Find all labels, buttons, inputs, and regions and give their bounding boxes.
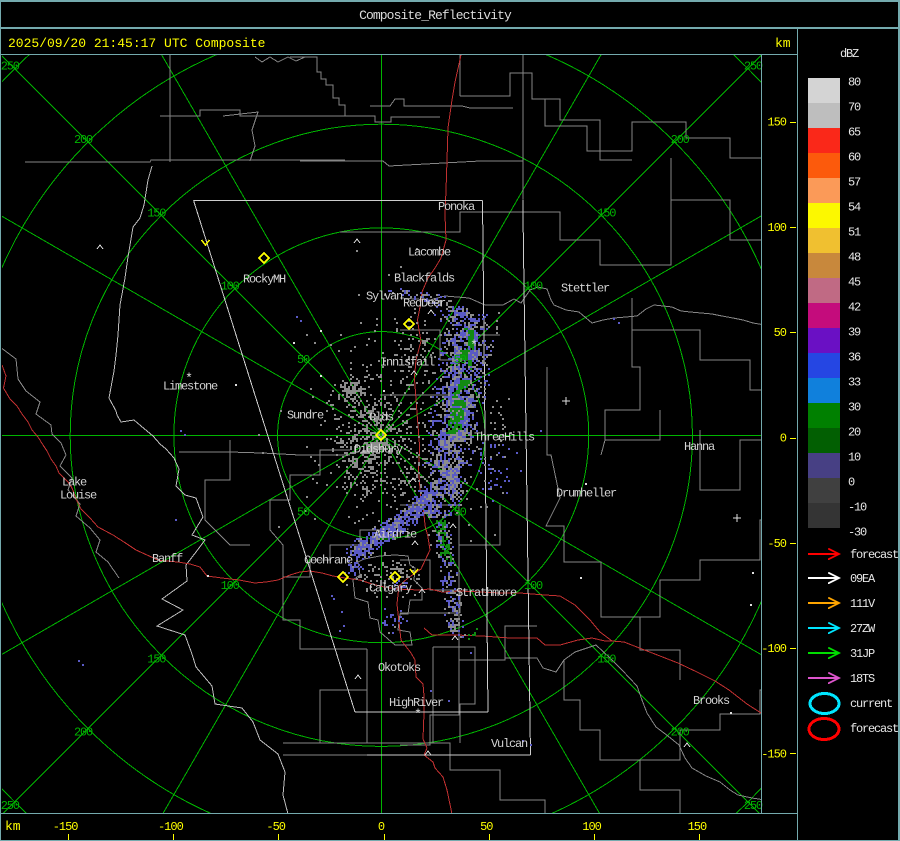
- svg-text:2025/09/20 21:45:17 UTC Compos: 2025/09/20 21:45:17 UTC Composite: [8, 36, 265, 51]
- svg-text:km: km: [775, 36, 791, 51]
- svg-text:RockyMH: RockyMH: [243, 273, 286, 287]
- svg-text:31JP: 31JP: [850, 647, 875, 661]
- svg-text:Calgary: Calgary: [369, 582, 412, 596]
- svg-text:27ZW: 27ZW: [850, 622, 876, 636]
- svg-text:-100: -100: [158, 820, 184, 834]
- svg-text:0: 0: [378, 820, 385, 834]
- svg-text:80: 80: [848, 75, 861, 89]
- svg-text:-10: -10: [848, 500, 867, 514]
- svg-text:45: 45: [848, 275, 861, 289]
- svg-text:forecast: forecast: [850, 548, 898, 562]
- svg-text:50: 50: [454, 506, 467, 520]
- svg-text:Lake: Lake: [62, 476, 87, 490]
- svg-text:10: 10: [848, 450, 861, 464]
- svg-text:Lacombe: Lacombe: [408, 246, 451, 260]
- svg-text:Didsbury: Didsbury: [354, 443, 403, 457]
- svg-text:100: 100: [524, 280, 543, 294]
- svg-text:57: 57: [848, 175, 861, 189]
- svg-text:60: 60: [848, 150, 861, 164]
- svg-text:50: 50: [774, 326, 787, 340]
- svg-text:200: 200: [74, 726, 93, 740]
- svg-text:48: 48: [848, 250, 861, 264]
- svg-text:Ponoka: Ponoka: [438, 200, 475, 214]
- svg-text:20: 20: [848, 425, 861, 439]
- svg-text:09EA: 09EA: [850, 572, 876, 586]
- svg-text:Strathmore: Strathmore: [456, 586, 517, 600]
- svg-text:Sundre: Sundre: [287, 409, 324, 423]
- svg-text:RedDeer: RedDeer: [403, 297, 446, 311]
- svg-text:100: 100: [221, 579, 240, 593]
- svg-text:-50: -50: [266, 820, 285, 834]
- svg-text:50: 50: [454, 353, 467, 367]
- svg-text:50: 50: [297, 353, 310, 367]
- svg-text:Innisfail: Innisfail: [380, 356, 435, 370]
- svg-text:250: 250: [1, 60, 20, 74]
- svg-text:-100: -100: [761, 642, 787, 656]
- svg-text:Olds: Olds: [369, 411, 394, 425]
- svg-text:150: 150: [767, 116, 786, 130]
- svg-text:-150: -150: [761, 747, 787, 761]
- svg-text:250: 250: [744, 60, 763, 74]
- svg-text:50: 50: [480, 820, 493, 834]
- svg-text:100: 100: [221, 280, 240, 294]
- svg-text:Vulcan: Vulcan: [491, 737, 528, 751]
- svg-text:150: 150: [147, 652, 166, 666]
- svg-text:33: 33: [848, 375, 861, 389]
- svg-text:150: 150: [597, 652, 616, 666]
- svg-text:100: 100: [582, 820, 601, 834]
- svg-text:-150: -150: [53, 820, 79, 834]
- svg-text:dBZ: dBZ: [840, 47, 859, 61]
- svg-text:km: km: [5, 819, 21, 834]
- svg-text:Okotoks: Okotoks: [378, 661, 421, 675]
- svg-text:65: 65: [848, 125, 861, 139]
- svg-text:200: 200: [671, 726, 690, 740]
- svg-text:Cochrane: Cochrane: [304, 554, 353, 568]
- svg-text:forecast: forecast: [850, 722, 898, 736]
- svg-text:200: 200: [74, 133, 93, 147]
- svg-text:current: current: [850, 697, 892, 711]
- svg-text:100: 100: [767, 221, 786, 235]
- svg-text:150: 150: [688, 820, 707, 834]
- svg-text:Airdrie: Airdrie: [374, 528, 417, 542]
- svg-text:250: 250: [1, 799, 20, 813]
- svg-text:0: 0: [780, 432, 787, 446]
- svg-text:200: 200: [671, 133, 690, 147]
- svg-text:50: 50: [297, 506, 310, 520]
- svg-text:30: 30: [848, 400, 861, 414]
- svg-text:150: 150: [597, 206, 616, 220]
- svg-text:42: 42: [848, 300, 861, 314]
- svg-text:*: *: [185, 371, 193, 386]
- svg-text:100: 100: [524, 579, 543, 593]
- svg-text:Brooks: Brooks: [693, 694, 730, 708]
- svg-text:54: 54: [848, 200, 861, 214]
- svg-text:Blackfalds: Blackfalds: [394, 272, 455, 286]
- svg-text:-50: -50: [767, 537, 786, 551]
- svg-text:39: 39: [848, 325, 861, 339]
- svg-text:250: 250: [744, 799, 763, 813]
- svg-text:36: 36: [848, 350, 861, 364]
- svg-text:Louise: Louise: [60, 489, 97, 503]
- svg-text:0: 0: [848, 475, 855, 489]
- svg-text:111V: 111V: [850, 597, 876, 611]
- svg-text:Banff: Banff: [152, 552, 183, 566]
- svg-text:18TS: 18TS: [850, 672, 875, 686]
- svg-text:150: 150: [147, 206, 166, 220]
- svg-text:Composite_Reflectivity: Composite_Reflectivity: [359, 8, 512, 23]
- svg-text:-30: -30: [848, 525, 867, 539]
- svg-text:Hanna: Hanna: [684, 440, 715, 454]
- svg-text:ThreeHills: ThreeHills: [474, 431, 535, 445]
- svg-text:*: *: [414, 707, 422, 722]
- svg-text:Stettler: Stettler: [561, 282, 610, 296]
- svg-text:*: *: [470, 338, 478, 353]
- svg-text:51: 51: [848, 225, 861, 239]
- svg-text:Sylvan: Sylvan: [366, 290, 403, 304]
- svg-text:Drumheller: Drumheller: [556, 487, 617, 501]
- svg-text:70: 70: [848, 100, 861, 114]
